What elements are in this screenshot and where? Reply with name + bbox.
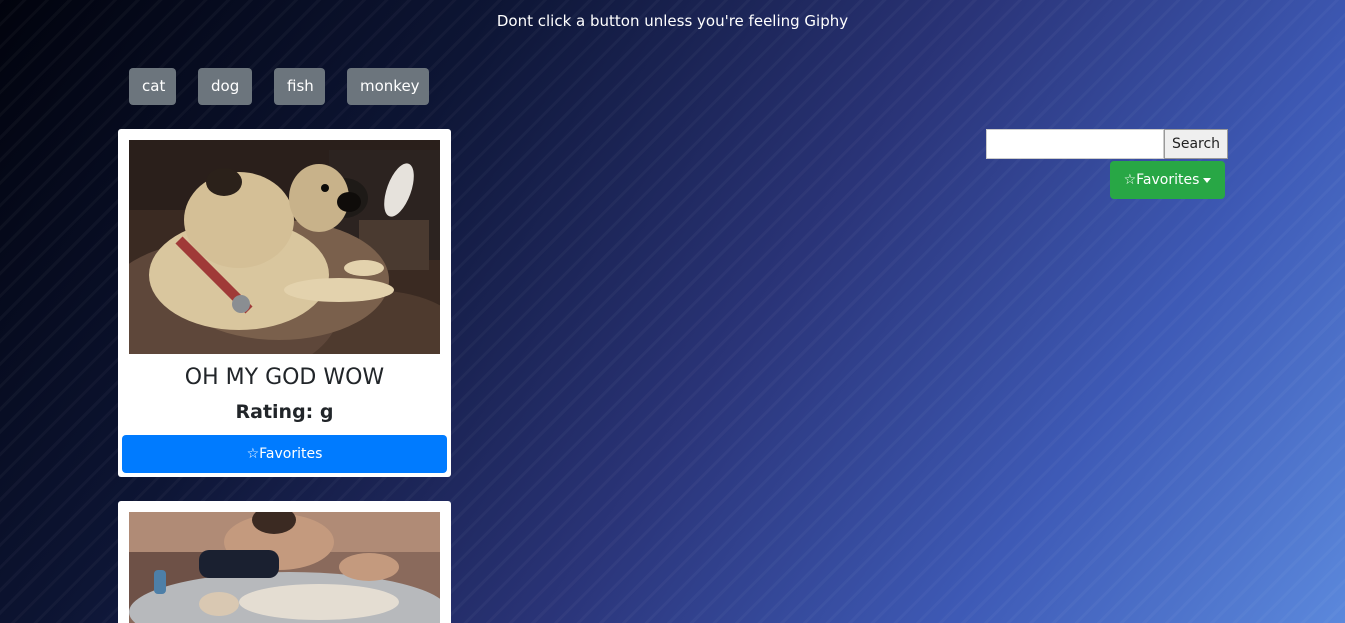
search-form: Search (986, 129, 1228, 159)
gif-rating: Rating: g (235, 401, 334, 423)
topic-button-dog[interactable]: dog (198, 68, 252, 105)
search-input[interactable] (986, 129, 1164, 159)
favorites-dropdown-label: ☆Favorites (1123, 172, 1200, 188)
search-button[interactable]: Search (1164, 129, 1228, 159)
topic-button-cat[interactable]: cat (129, 68, 176, 105)
page-tagline: Dont click a button unless you're feelin… (496, 12, 849, 30)
gif-image-dog-bath[interactable] (129, 512, 440, 623)
caret-down-icon (1203, 177, 1212, 183)
topic-button-fish[interactable]: fish (274, 68, 325, 105)
gif-image-pug[interactable] (129, 140, 440, 354)
favorites-dropdown-button[interactable]: ☆Favorites (1110, 161, 1225, 199)
add-favorite-button[interactable]: ☆Favorites (122, 435, 447, 473)
gif-card (118, 501, 451, 623)
gif-card: OH MY GOD WOW Rating: g ☆Favorites (118, 129, 451, 477)
gif-title: OH MY GOD WOW (184, 365, 385, 390)
topic-button-monkey[interactable]: monkey (347, 68, 429, 105)
